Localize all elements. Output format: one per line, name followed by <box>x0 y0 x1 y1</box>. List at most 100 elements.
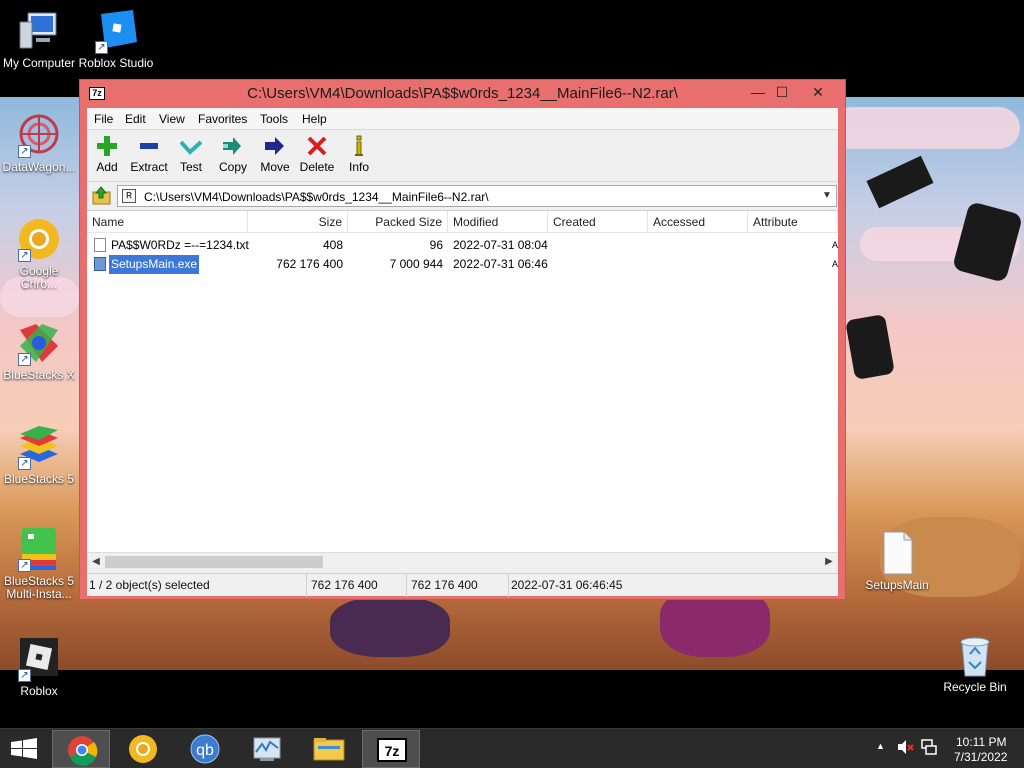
arrow-right-icon <box>263 134 287 158</box>
taskbar-chrome-canary[interactable] <box>114 730 172 768</box>
qbittorrent-label: qb <box>196 742 214 759</box>
file-attribute: A <box>831 240 838 250</box>
shortcut-arrow-icon: ↗ <box>18 669 31 682</box>
info-label: Info <box>348 160 369 174</box>
status-bar: 1 / 2 object(s) selected 762 176 400 762… <box>87 573 838 597</box>
column-created[interactable]: Created <box>548 211 648 233</box>
7zip-window: 7z C:\Users\VM4\Downloads\PA$$w0rds_1234… <box>79 79 846 600</box>
roblox-icon: ↗ <box>16 636 62 682</box>
up-folder-button[interactable] <box>91 186 113 206</box>
desktop-icon-recycle-bin[interactable]: Recycle Bin <box>936 632 1014 694</box>
desktop-icon-bluestacks-x[interactable]: ↗ BlueStacks X <box>0 320 78 382</box>
column-size[interactable]: Size <box>248 211 348 233</box>
window-client-area: File Edit View Favorites Tools Help Add <box>86 108 838 597</box>
extract-button[interactable]: Extract <box>128 132 170 180</box>
column-attribute[interactable]: Attribute <box>748 211 838 233</box>
taskbar-task-manager[interactable] <box>238 730 296 768</box>
file-row[interactable]: SetupsMain.exe 762 176 400 7 000 944 202… <box>87 255 838 274</box>
7zip-icon: 7z <box>377 738 407 762</box>
shortcut-arrow-icon: ↗ <box>18 457 31 470</box>
menu-favorites[interactable]: Favorites <box>198 112 247 126</box>
test-label: Test <box>179 160 202 174</box>
delete-button[interactable]: Delete <box>296 132 338 180</box>
file-row[interactable]: PA$$W0RDz =--=1234.txt 408 96 2022-07-31… <box>87 236 838 255</box>
menu-help[interactable]: Help <box>302 112 327 126</box>
maximize-button[interactable]: ☐ <box>768 82 796 102</box>
file-packed-size: 96 <box>429 238 443 252</box>
recycle-bin-icon <box>952 632 998 678</box>
roblox-studio-icon: ↗ <box>93 8 139 54</box>
bluestacks-multi-instance-icon: ↗ <box>16 526 62 572</box>
horizontal-scrollbar[interactable]: ◀ ▶ <box>87 552 838 570</box>
desktop-icon-bluestacks-5[interactable]: ↗ BlueStacks 5 <box>0 424 78 486</box>
desktop-icon-setupsmain[interactable]: SetupsMain <box>858 530 936 592</box>
desktop-icon-label: BlueStacks 5 Multi-Insta... <box>3 574 75 601</box>
column-packed-size[interactable]: Packed Size <box>348 211 448 233</box>
file-name: SetupsMain.exe <box>109 255 200 274</box>
scrollbar-thumb[interactable] <box>105 556 323 568</box>
copy-button[interactable]: Copy <box>212 132 254 180</box>
info-button[interactable]: Info <box>338 132 380 180</box>
menu-view[interactable]: View <box>159 112 185 126</box>
desktop-icon-label: Roblox Studio <box>78 56 154 70</box>
file-list[interactable]: Name Size Packed Size Modified Created A… <box>87 210 838 552</box>
network-icon[interactable] <box>920 738 938 759</box>
bluestacks-x-icon: ↗ <box>16 320 62 366</box>
menu-tools[interactable]: Tools <box>260 112 288 126</box>
file-modified: 2022-07-31 08:04 <box>453 238 548 252</box>
shortcut-arrow-icon: ↗ <box>18 249 31 262</box>
folder-up-icon <box>92 186 111 205</box>
datawagon-icon: ↗ <box>16 112 62 158</box>
desktop-icon-my-computer[interactable]: My Computer <box>0 8 78 70</box>
chevron-down-icon[interactable]: ▼ <box>820 188 834 204</box>
desktop-icon-label: Roblox <box>20 684 58 698</box>
file-name: PA$$W0RDz =--=1234.txt <box>111 238 249 252</box>
desktop-icon-google-chrome[interactable]: ↗ Google Chro... <box>0 216 78 291</box>
column-name[interactable]: Name <box>87 211 248 233</box>
menu-edit[interactable]: Edit <box>125 112 146 126</box>
info-icon <box>347 134 371 158</box>
desktop-icon-roblox-studio[interactable]: ↗ Roblox Studio <box>77 8 155 70</box>
checkmark-icon <box>179 134 203 158</box>
address-bar[interactable]: R C:\Users\VM4\Downloads\PA$$w0rds_1234_… <box>117 185 837 207</box>
show-hidden-icons-icon[interactable]: ▲ <box>876 741 885 751</box>
column-accessed[interactable]: Accessed <box>648 211 748 233</box>
taskbar-file-explorer[interactable] <box>300 730 358 768</box>
copy-label: Copy <box>218 160 247 174</box>
desktop-icon-label: BlueStacks X <box>3 368 75 382</box>
desktop-icon-bluestacks-multi-instance[interactable]: ↗ BlueStacks 5 Multi-Insta... <box>0 526 78 601</box>
desktop-icon-datawagon[interactable]: ↗ DataWagon... <box>0 112 78 174</box>
clock-date[interactable]: 7/31/2022 <box>954 750 1007 764</box>
shortcut-arrow-icon: ↗ <box>18 353 31 366</box>
window-title: C:\Users\VM4\Downloads\PA$$w0rds_1234__M… <box>247 85 678 102</box>
double-arrow-icon <box>221 134 245 158</box>
scroll-left-icon[interactable]: ◀ <box>88 554 104 570</box>
shortcut-arrow-icon: ↗ <box>18 145 31 158</box>
taskbar-7zip[interactable]: 7z <box>362 730 420 768</box>
start-button[interactable] <box>0 730 48 768</box>
test-button[interactable]: Test <box>170 132 212 180</box>
address-row: R C:\Users\VM4\Downloads\PA$$w0rds_1234_… <box>87 183 838 209</box>
chrome-icon <box>68 736 98 766</box>
move-button[interactable]: Move <box>254 132 296 180</box>
desktop-icon-roblox[interactable]: ↗ Roblox <box>0 636 78 698</box>
menu-bar: File Edit View Favorites Tools Help <box>87 108 838 130</box>
add-label: Add <box>96 160 118 174</box>
minus-icon <box>137 134 161 158</box>
blank-file-icon <box>874 530 920 576</box>
column-modified[interactable]: Modified <box>448 211 548 233</box>
taskbar-chrome[interactable] <box>52 730 110 768</box>
add-button[interactable]: Add <box>86 132 128 180</box>
scroll-right-icon[interactable]: ▶ <box>821 554 837 570</box>
menu-file[interactable]: File <box>94 112 113 126</box>
status-modified: 2022-07-31 06:46:45 <box>511 578 623 592</box>
volume-muted-icon[interactable] <box>896 738 914 759</box>
title-bar[interactable]: 7z C:\Users\VM4\Downloads\PA$$w0rds_1234… <box>80 80 845 108</box>
chrome-canary-icon: ↗ <box>16 216 62 262</box>
close-button[interactable]: ✕ <box>804 82 832 102</box>
file-size: 408 <box>322 238 343 252</box>
clock-time[interactable]: 10:11 PM <box>956 735 1006 749</box>
computer-icon <box>16 8 62 54</box>
taskbar-qbittorrent[interactable]: qb <box>176 730 234 768</box>
text-file-icon <box>94 238 106 252</box>
